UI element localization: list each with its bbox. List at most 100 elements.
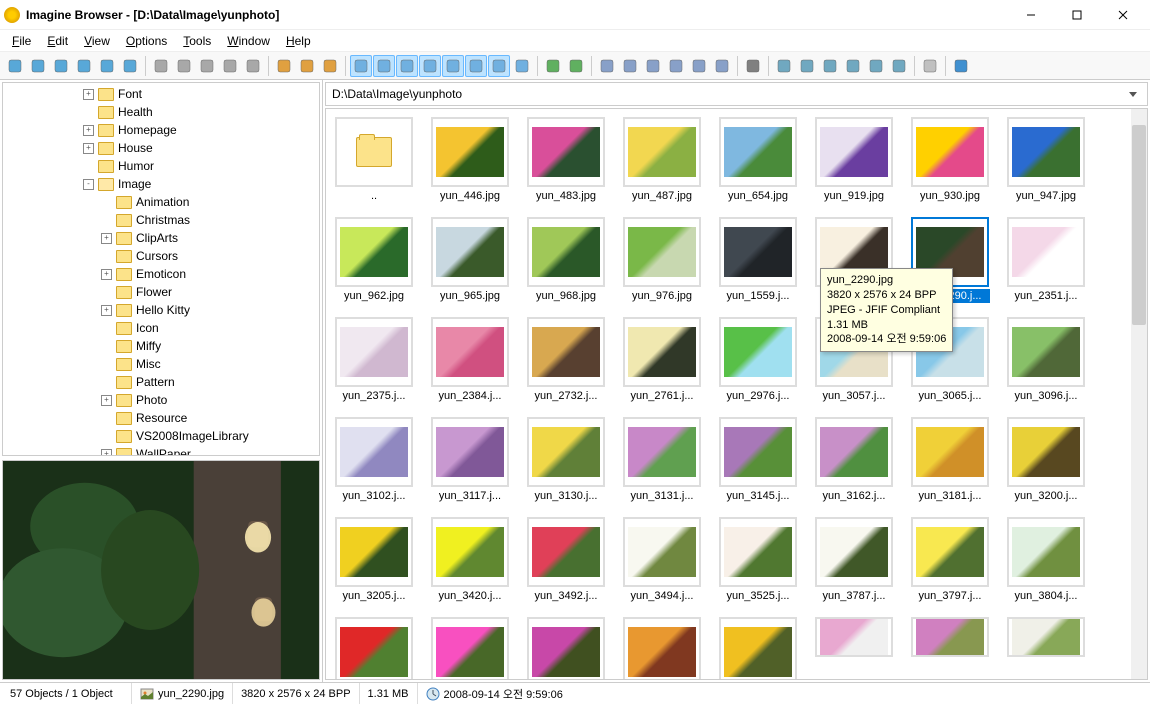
tree-item-health[interactable]: Health — [3, 103, 319, 121]
copy-icon[interactable] — [296, 55, 318, 77]
thumb-item[interactable]: yun_4037.j... — [622, 617, 702, 680]
thumb-item[interactable]: yun_3200.j... — [1006, 417, 1086, 503]
thumb-item[interactable]: yun_3804.j... — [1006, 517, 1086, 603]
thumb-item[interactable]: yun_3130.j... — [526, 417, 606, 503]
trash-icon[interactable] — [219, 55, 241, 77]
paste-icon[interactable] — [319, 55, 341, 77]
tree-item-homepage[interactable]: +Homepage — [3, 121, 319, 139]
tree-item-cursors[interactable]: Cursors — [3, 247, 319, 265]
thumb-item[interactable]: yun_654.jpg — [718, 117, 798, 203]
tree-item-emoticon[interactable]: +Emoticon — [3, 265, 319, 283]
maximize-button[interactable] — [1054, 0, 1100, 30]
cut-icon[interactable] — [273, 55, 295, 77]
tree-item-misc[interactable]: Misc — [3, 355, 319, 373]
thumb-item[interactable]: yun_962.jpg — [334, 217, 414, 303]
tree-item-house[interactable]: +House — [3, 139, 319, 157]
thumb-item[interactable]: yun_3420.j... — [430, 517, 510, 603]
menu-help[interactable]: Help — [278, 32, 319, 50]
picture-icon[interactable] — [511, 55, 533, 77]
thumb-item[interactable]: yun_3181.j... — [910, 417, 990, 503]
detail2-icon[interactable] — [488, 55, 510, 77]
thumbs-icon[interactable] — [465, 55, 487, 77]
batch2-icon[interactable] — [796, 55, 818, 77]
new-window-icon[interactable] — [73, 55, 95, 77]
thumb-item[interactable] — [814, 617, 894, 680]
tree-item-image[interactable]: -Image — [3, 175, 319, 193]
view2-icon[interactable] — [619, 55, 641, 77]
tree-item-icon[interactable]: Icon — [3, 319, 319, 337]
thumbnail-grid[interactable]: ..yun_446.jpgyun_483.jpgyun_487.jpgyun_6… — [325, 108, 1148, 680]
thumb-item[interactable]: yun_3102.j... — [334, 417, 414, 503]
tree-item-photo[interactable]: +Photo — [3, 391, 319, 409]
thumb-item[interactable]: .. — [334, 117, 414, 203]
address-bar[interactable]: D:\Data\Image\yunphoto — [325, 82, 1148, 106]
thumb-item[interactable]: yun_446.jpg — [430, 117, 510, 203]
thumb-item[interactable]: yun_3162.j... — [814, 417, 894, 503]
view1-icon[interactable] — [596, 55, 618, 77]
tree-item-wallpaper[interactable]: +WallPaper — [3, 445, 319, 456]
eye-icon[interactable] — [4, 55, 26, 77]
menu-window[interactable]: Window — [219, 32, 278, 50]
scrollbar[interactable] — [1131, 109, 1147, 679]
thumb-item[interactable]: yun_3145.j... — [718, 417, 798, 503]
tree-item-font[interactable]: +Font — [3, 85, 319, 103]
menu-edit[interactable]: Edit — [39, 32, 76, 50]
tree-item-animation[interactable]: Animation — [3, 193, 319, 211]
menu-tools[interactable]: Tools — [175, 32, 219, 50]
wrench-icon[interactable] — [742, 55, 764, 77]
lock-icon[interactable] — [242, 55, 264, 77]
folder-tree[interactable]: +FontHealth+Homepage+HouseHumor-ImageAni… — [2, 82, 320, 456]
thumb-item[interactable]: yun_968.jpg — [526, 217, 606, 303]
thumb-item[interactable]: yun_2375.j... — [334, 317, 414, 403]
batch4-icon[interactable] — [842, 55, 864, 77]
thumb-item[interactable]: yun_3494.j... — [622, 517, 702, 603]
tree-item-vs2008imagelibrary[interactable]: VS2008ImageLibrary — [3, 427, 319, 445]
thumb-item[interactable]: yun_3205.j... — [334, 517, 414, 603]
thumb-item[interactable]: yun_2761.j... — [622, 317, 702, 403]
thumb-item[interactable]: yun_2351.j... — [1006, 217, 1086, 303]
tree-item-flower[interactable]: Flower — [3, 283, 319, 301]
batch6-icon[interactable] — [888, 55, 910, 77]
thumb-item[interactable]: yun_947.jpg — [1006, 117, 1086, 203]
thumb-item[interactable]: yun_965.jpg — [430, 217, 510, 303]
batch1-icon[interactable] — [773, 55, 795, 77]
grid-icon[interactable] — [350, 55, 372, 77]
thumb-item[interactable]: yun_2384.j... — [430, 317, 510, 403]
thumb-item[interactable] — [910, 617, 990, 680]
view3-icon[interactable] — [642, 55, 664, 77]
thumb-item[interactable]: yun_2976.j... — [718, 317, 798, 403]
details-icon[interactable] — [419, 55, 441, 77]
thumb-item[interactable]: yun_3864.j... — [334, 617, 414, 680]
tree-item-pattern[interactable]: Pattern — [3, 373, 319, 391]
thumb-item[interactable]: yun_4103.j... — [718, 617, 798, 680]
batch5-icon[interactable] — [865, 55, 887, 77]
folder-open-icon[interactable] — [50, 55, 72, 77]
thumb-item[interactable]: yun_3492.j... — [526, 517, 606, 603]
minimize-button[interactable] — [1008, 0, 1054, 30]
tree-item-humor[interactable]: Humor — [3, 157, 319, 175]
thumb-item[interactable]: yun_3797.j... — [910, 517, 990, 603]
thumb-item[interactable]: yun_487.jpg — [622, 117, 702, 203]
thumb-item[interactable]: yun_483.jpg — [526, 117, 606, 203]
view6-icon[interactable] — [711, 55, 733, 77]
refresh-icon[interactable] — [565, 55, 587, 77]
thumb-item[interactable]: yun_3787.j... — [814, 517, 894, 603]
edit-icon[interactable] — [919, 55, 941, 77]
thumb-item[interactable]: yun_3871.j... — [430, 617, 510, 680]
address-dropdown[interactable] — [1125, 84, 1141, 104]
flag-icon[interactable] — [173, 55, 195, 77]
menu-file[interactable]: File — [4, 32, 39, 50]
thumb-item[interactable]: yun_919.jpg — [814, 117, 894, 203]
menu-options[interactable]: Options — [118, 32, 175, 50]
clock-icon[interactable] — [396, 55, 418, 77]
thumb-item[interactable]: yun_3131.j... — [622, 417, 702, 503]
play-icon[interactable] — [542, 55, 564, 77]
view5-icon[interactable] — [688, 55, 710, 77]
list-icon[interactable] — [373, 55, 395, 77]
print-icon[interactable] — [96, 55, 118, 77]
tree-item-cliparts[interactable]: +ClipArts — [3, 229, 319, 247]
thumb-item[interactable]: yun_3959.j... — [526, 617, 606, 680]
tree-item-christmas[interactable]: Christmas — [3, 211, 319, 229]
tree-item-hello-kitty[interactable]: +Hello Kitty — [3, 301, 319, 319]
thumb-item[interactable] — [1006, 617, 1086, 680]
